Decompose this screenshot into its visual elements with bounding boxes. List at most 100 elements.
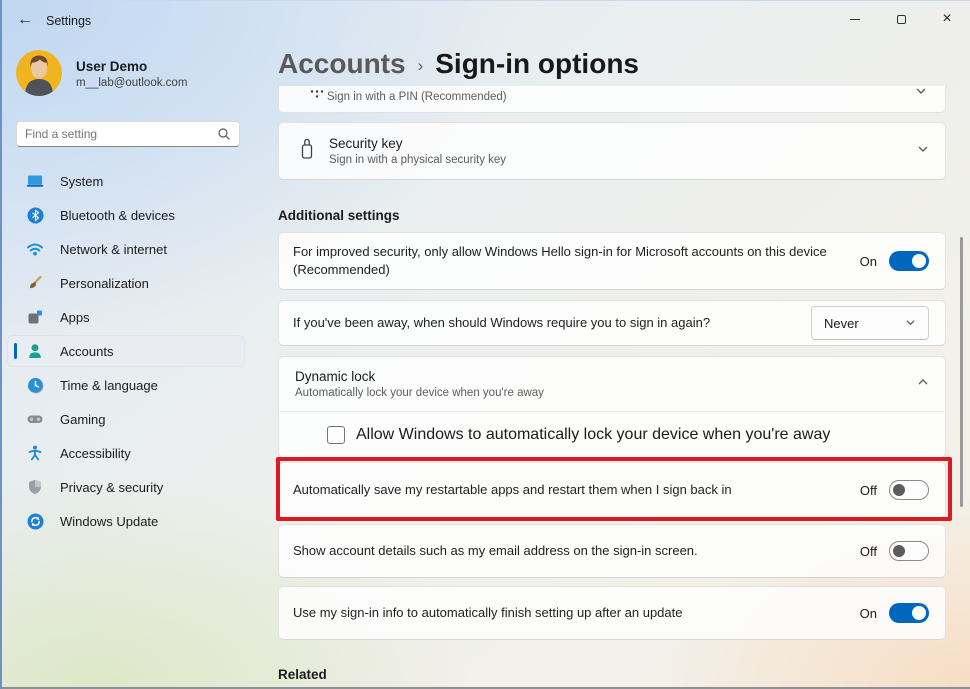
toggle-state-label: Off [860,483,877,498]
account-details-label: Show account details such as my email ad… [293,542,698,560]
sidebar-item-label: System [60,174,103,189]
search-input[interactable] [25,127,217,141]
related-heading: Related [278,667,327,682]
sidebar-item-label: Accessibility [60,446,131,461]
toggle-state-label: On [860,254,877,269]
person-icon [26,342,44,360]
sidebar-item-label: Accounts [60,344,113,359]
brush-icon [26,274,44,292]
sidebar-item-label: Privacy & security [60,480,163,495]
sidebar-item-label: Bluetooth & devices [60,208,175,223]
clock-icon [26,376,44,394]
chevron-down-icon [917,142,929,160]
sidebar-nav: System Bluetooth & devices Network & int… [8,166,244,540]
account-details-toggle[interactable] [889,541,929,561]
restartable-apps-label: Automatically save my restartable apps a… [293,481,732,499]
close-icon: × [942,11,951,27]
toggle-knob [912,254,926,268]
account-details-row: Show account details such as my email ad… [278,524,946,578]
toggle-knob [893,545,905,557]
minimize-icon [850,19,860,20]
additional-settings-heading: Additional settings [278,208,400,223]
sidebar-item-label: Time & language [60,378,158,393]
breadcrumb-separator: › [418,52,424,76]
avatar[interactable] [16,50,62,96]
sidebar-item-privacy[interactable]: Privacy & security [8,472,244,502]
dynamic-lock-header[interactable]: Dynamic lock Automatically lock your dev… [279,357,945,411]
sidebar-item-gaming[interactable]: Gaming [8,404,244,434]
dynamic-lock-checkbox-row: Allow Windows to automatically lock your… [279,412,945,458]
back-arrow-icon: ← [17,11,33,29]
maximize-icon [897,15,906,24]
windows-hello-only-row: For improved security, only allow Window… [278,232,946,290]
profile-name: User Demo [76,59,147,74]
apps-icon [26,308,44,326]
wifi-icon [26,240,44,258]
sidebar-item-time-language[interactable]: Time & language [8,370,244,400]
sign-in-again-row: If you've been away, when should Windows… [278,300,946,346]
minimize-button[interactable] [832,0,878,38]
dynamic-lock-card: Dynamic lock Automatically lock your dev… [278,356,946,458]
sign-in-info-label: Use my sign-in info to automatically fin… [293,604,683,622]
update-icon [26,512,44,530]
chevron-up-icon [917,375,929,392]
restartable-apps-row: Automatically save my restartable apps a… [278,462,946,518]
chevron-down-icon [905,316,916,331]
sidebar-item-label: Personalization [60,276,149,291]
maximize-button[interactable] [878,0,924,38]
sidebar-item-personalization[interactable]: Personalization [8,268,244,298]
sidebar-item-label: Network & internet [60,242,167,257]
back-button[interactable]: ← [10,6,40,34]
dynamic-lock-checkbox[interactable] [327,426,345,444]
toggle-knob [893,484,905,496]
close-button[interactable]: × [924,0,970,38]
restartable-apps-toggle[interactable] [889,480,929,500]
gamepad-icon [26,410,44,428]
pin-keypad-icon [309,88,325,106]
dynamic-lock-checkbox-label: Allow Windows to automatically lock your… [356,426,830,444]
sidebar-item-network[interactable]: Network & internet [8,234,244,264]
security-key-icon [299,136,315,167]
titlebar: ← Settings × [0,0,970,40]
chevron-down-icon [915,86,927,102]
search-box[interactable] [16,121,240,147]
laptop-icon [26,172,44,190]
shield-icon [26,478,44,496]
accessibility-icon [26,444,44,462]
dynamic-lock-title: Dynamic lock [295,369,544,384]
windows-hello-only-label: For improved security, only allow Window… [293,243,860,279]
sidebar-item-apps[interactable]: Apps [8,302,244,332]
page-title: Sign-in options [435,48,639,80]
windows-hello-only-toggle[interactable] [889,251,929,271]
sidebar-item-accounts[interactable]: Accounts [8,336,244,366]
sidebar-item-windows-update[interactable]: Windows Update [8,506,244,536]
dropdown-value: Never [824,316,859,331]
avatar-illustration [16,50,62,96]
app-title: Settings [46,14,91,28]
sidebar-item-label: Gaming [60,412,106,427]
window-controls: × [832,0,970,40]
profile-email: m__lab@outlook.com [76,77,187,89]
sidebar-item-bluetooth[interactable]: Bluetooth & devices [8,200,244,230]
sign-in-again-label: If you've been away, when should Windows… [293,314,710,332]
sign-in-info-toggle[interactable] [889,603,929,623]
dynamic-lock-subtitle: Automatically lock your device when you'… [295,387,544,399]
bluetooth-icon [26,206,44,224]
sidebar-item-system[interactable]: System [8,166,244,196]
toggle-knob [912,606,926,620]
security-key-expander-card[interactable]: Security key Sign in with a physical sec… [278,122,946,180]
sign-in-info-row: Use my sign-in info to automatically fin… [278,586,946,640]
search-icon [217,127,231,141]
sidebar-item-accessibility[interactable]: Accessibility [8,438,244,468]
toggle-state-label: Off [860,544,877,559]
security-key-title: Security key [329,136,506,151]
pin-expander-card[interactable]: Sign in with a PIN (Recommended) [278,86,946,113]
breadcrumb-accounts-link[interactable]: Accounts [278,48,406,80]
security-key-subtitle: Sign in with a physical security key [329,154,506,166]
toggle-state-label: On [860,606,877,621]
sidebar-item-label: Windows Update [60,514,158,529]
pin-subtitle: Sign in with a PIN (Recommended) [327,91,507,103]
vertical-scrollbar-thumb[interactable] [960,237,963,507]
sign-in-again-dropdown[interactable]: Never [811,306,929,340]
sidebar-item-label: Apps [60,310,90,325]
